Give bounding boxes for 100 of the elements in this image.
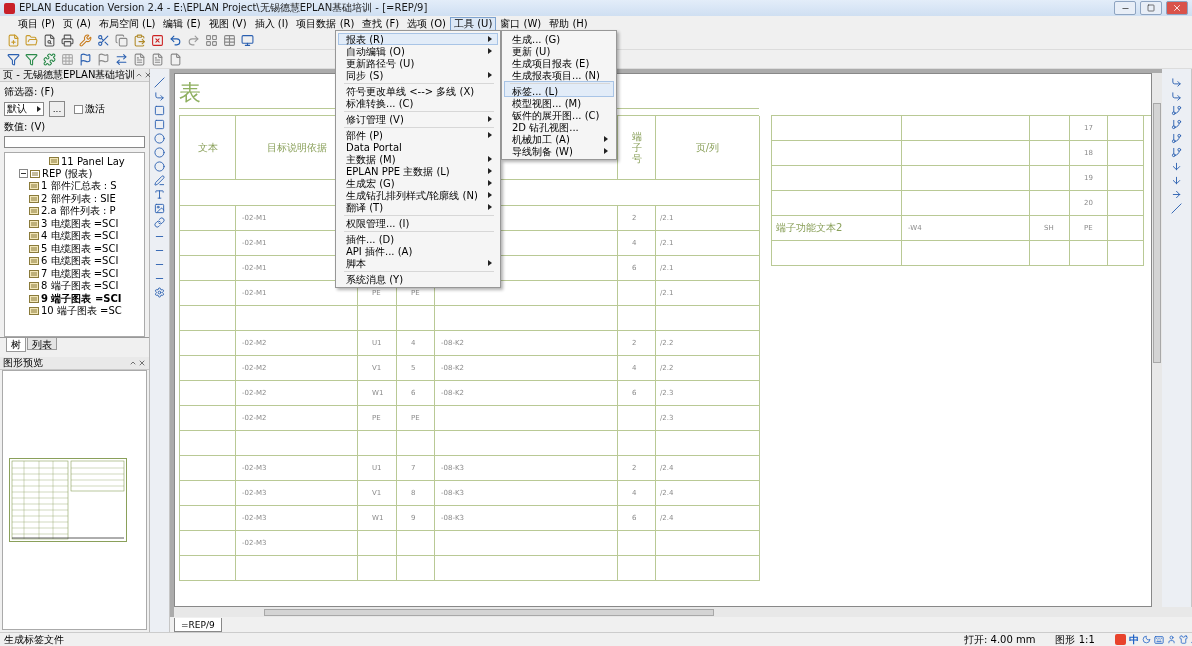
menu-item[interactable]: 页 (A) <box>59 16 95 31</box>
panel-tab[interactable]: 树 <box>6 338 26 352</box>
scrollbar-thumb[interactable] <box>1153 103 1161 363</box>
printer-icon[interactable] <box>60 32 75 48</box>
delete-icon[interactable] <box>150 32 165 48</box>
value-field[interactable] <box>4 136 145 148</box>
filter-icon[interactable] <box>6 51 21 67</box>
menu-item[interactable]: 项目数据 (R) <box>292 16 359 31</box>
file-search-icon[interactable] <box>42 32 57 48</box>
menu-item[interactable]: 更新路径号 (U) <box>338 57 498 69</box>
branch-connection-icon[interactable] <box>1171 105 1182 116</box>
curve-icon[interactable] <box>154 175 165 186</box>
table-icon[interactable] <box>222 32 237 48</box>
collapse-icon[interactable] <box>19 169 28 179</box>
tree-item[interactable]: 2.a 部件列表 : P <box>41 204 116 219</box>
copy-icon[interactable] <box>114 32 129 48</box>
menu-item[interactable]: 自动编辑 (O) <box>338 45 498 57</box>
scrollbar-thumb[interactable] <box>264 608 714 616</box>
minimize-button[interactable] <box>1114 1 1136 15</box>
menu-item[interactable]: 编辑 (E) <box>159 16 205 31</box>
down-connection-icon[interactable] <box>1171 161 1182 172</box>
circle-icon[interactable] <box>154 147 165 158</box>
ime-mode[interactable]: 中 <box>1128 632 1139 646</box>
menu-item[interactable]: 生成项目报表 (E) <box>504 57 614 69</box>
menu-item[interactable]: 导线制备 (W) <box>504 145 614 157</box>
polyline-icon[interactable] <box>154 91 165 102</box>
horizontal-scrollbar[interactable] <box>174 607 1192 617</box>
moon-icon[interactable] <box>1141 635 1151 644</box>
down-connection-icon[interactable] <box>1171 175 1182 186</box>
monitor-icon[interactable] <box>240 32 255 48</box>
menu-item[interactable]: 布局空间 (L) <box>94 16 160 31</box>
menu-item[interactable]: 帮助 (H) <box>545 16 592 31</box>
menu-item[interactable]: 视图 (V) <box>204 16 251 31</box>
close-icon[interactable] <box>138 359 146 367</box>
rectangle-icon[interactable] <box>154 119 165 130</box>
tree-item[interactable]: 2 部件列表 : SIE <box>41 191 116 206</box>
menu-item[interactable]: 生成宏 (G) <box>338 177 498 189</box>
menu-item[interactable]: 生成... (G) <box>504 33 614 45</box>
menu-item[interactable]: 更新 (U) <box>504 45 614 57</box>
menu-item[interactable]: 生成钻孔排列样式/轮廓线 (N) <box>338 189 498 201</box>
menu-item[interactable]: 报表 (R) <box>338 33 498 45</box>
document-icon[interactable] <box>150 51 165 67</box>
puzzle-icon[interactable] <box>42 51 57 67</box>
link-icon[interactable] <box>154 217 165 228</box>
pin-icon[interactable] <box>129 359 137 367</box>
tree-item[interactable]: 4 电缆图表 =SCI <box>41 229 119 244</box>
tree-item[interactable]: 11 Panel Lay <box>61 155 125 167</box>
menu-item[interactable]: 机械加工 (A) <box>504 133 614 145</box>
rectangle-icon[interactable] <box>154 105 165 116</box>
menu-item[interactable]: 标准转换... (C) <box>338 97 498 109</box>
branch-connection-icon[interactable] <box>1171 133 1182 144</box>
new-file-icon[interactable] <box>6 32 21 48</box>
document-tab[interactable]: =REP/9 <box>174 618 222 632</box>
keyboard-icon[interactable] <box>1153 634 1164 645</box>
tree-item[interactable]: 3 电缆图表 =SCI <box>41 216 119 231</box>
menu-item[interactable]: 项目 (P) <box>14 16 59 31</box>
circle-icon[interactable] <box>154 133 165 144</box>
text-icon[interactable] <box>154 189 165 200</box>
menu-item[interactable]: 选项 (O) <box>403 16 450 31</box>
panel-tab[interactable]: 列表 <box>27 338 57 350</box>
tree-item[interactable]: REP (报表) <box>42 166 93 181</box>
grid-icon[interactable] <box>204 32 219 48</box>
arc-icon[interactable] <box>154 161 165 172</box>
swap-icon[interactable] <box>114 51 129 67</box>
tree-item[interactable]: 5 电缆图表 =SCI <box>41 241 119 256</box>
user-icon[interactable] <box>1166 635 1176 644</box>
maximize-button[interactable] <box>1140 1 1162 15</box>
corner-connection-icon[interactable] <box>1171 77 1182 88</box>
filter-dropdown[interactable]: 默认 <box>4 102 44 116</box>
menu-item[interactable]: 工具 (U) <box>450 16 497 31</box>
menu-item[interactable]: 生成报表项目... (N) <box>504 69 614 81</box>
flag-icon[interactable] <box>78 51 93 67</box>
image-icon[interactable] <box>154 203 165 214</box>
diagonal-connection-icon[interactable] <box>1171 203 1182 214</box>
flag-icon[interactable] <box>96 51 111 67</box>
menu-item[interactable]: 查找 (F) <box>358 16 404 31</box>
scissors-icon[interactable] <box>96 32 111 48</box>
paste-icon[interactable] <box>132 32 147 48</box>
filter-icon[interactable] <box>24 51 39 67</box>
tree-item[interactable]: 1 部件汇总表 : S <box>41 179 117 194</box>
corner-connection-icon[interactable] <box>1171 91 1182 102</box>
page-icon[interactable] <box>168 51 183 67</box>
jump-connection-icon[interactable] <box>1171 189 1182 200</box>
document-icon[interactable] <box>132 51 147 67</box>
branch-connection-icon[interactable] <box>1171 119 1182 130</box>
branch-connection-icon[interactable] <box>1171 147 1182 158</box>
menu-item[interactable]: 模型视图... (M) <box>504 97 614 109</box>
vertical-scrollbar[interactable] <box>1152 73 1162 607</box>
more-button[interactable]: ... <box>49 101 65 117</box>
close-icon[interactable] <box>144 71 153 79</box>
shirt-icon[interactable] <box>1178 635 1188 644</box>
line-icon[interactable] <box>154 77 165 88</box>
tree-item[interactable]: 7 电缆图表 =SCI <box>41 266 119 281</box>
pin-icon[interactable] <box>135 71 144 79</box>
menu-item[interactable]: 窗口 (W) <box>496 16 546 31</box>
close-button[interactable] <box>1166 1 1188 15</box>
tree-item[interactable]: 10 端子图表 =SC <box>41 304 122 319</box>
menu-item[interactable]: 插入 (I) <box>250 16 293 31</box>
menu-item[interactable]: 2D 钻孔视图... <box>504 121 614 133</box>
tree-item[interactable]: 9 端子图表 =SCI <box>41 291 122 306</box>
